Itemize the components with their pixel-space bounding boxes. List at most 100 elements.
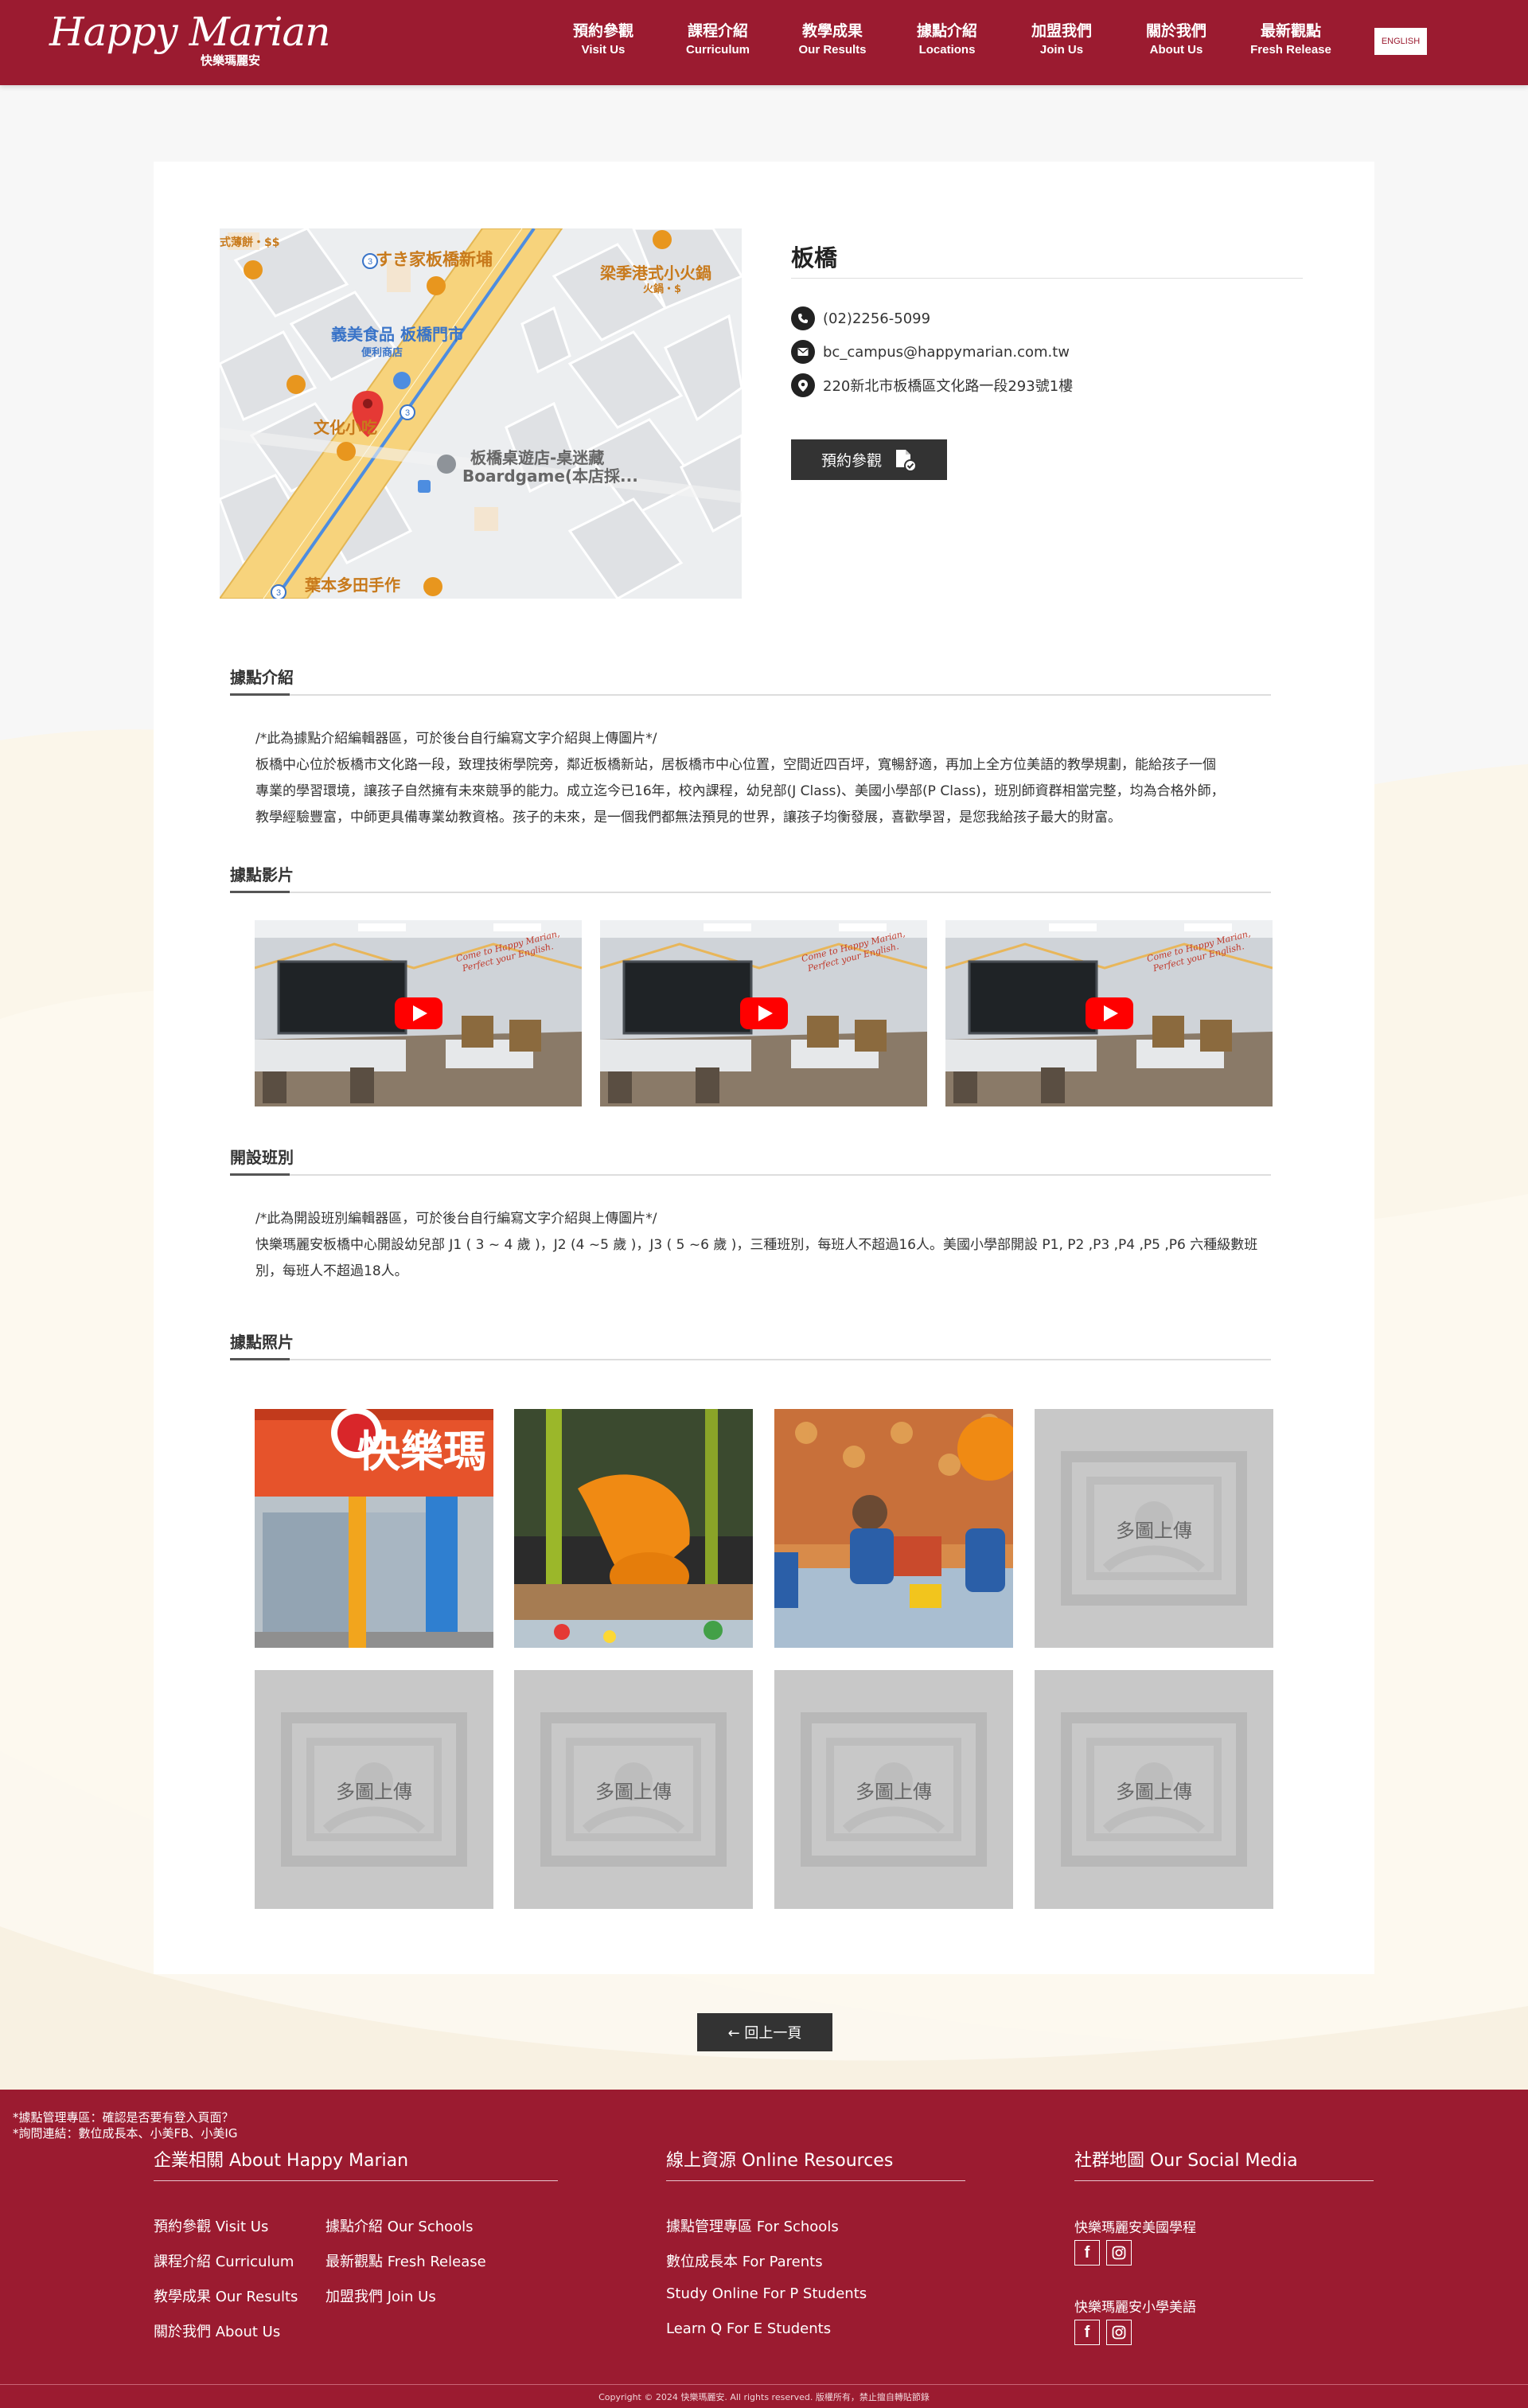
book-visit-label: 預約參觀 xyxy=(821,452,882,470)
upload-placeholder-label: 多圖上傳 xyxy=(1116,1519,1192,1542)
nav-label-zh: 最新觀點 xyxy=(1260,22,1321,40)
nav-item-visit-us[interactable]: 預約參觀 Visit Us xyxy=(546,21,661,59)
svg-text:式薄餅・$$: 式薄餅・$$ xyxy=(220,236,279,249)
footer-about-title: 企業相關 About Happy Marian xyxy=(154,2151,409,2171)
footer-link-learn-q[interactable]: Learn Q For E Students xyxy=(666,2320,831,2337)
instagram-icon[interactable] xyxy=(1106,2240,1132,2266)
footer-about-divider xyxy=(154,2180,558,2181)
upload-placeholder[interactable]: 多圖上傳 xyxy=(774,1670,1013,1909)
footer-social-divider xyxy=(1074,2180,1374,2181)
svg-text:3: 3 xyxy=(368,257,372,267)
site-header: Happy Marian 快樂瑪麗安 預約參觀 Visit Us 課程介紹 Curri… xyxy=(0,0,1528,85)
nav-item-join-us[interactable]: 加盟我們 Join Us xyxy=(1004,21,1119,59)
class-line: 別，每班人不超過18人。 xyxy=(255,1263,408,1279)
upload-placeholder-label: 多圖上傳 xyxy=(336,1780,412,1803)
map-pin-icon xyxy=(791,373,815,397)
video-section-divider xyxy=(230,891,1271,893)
svg-text:文化小吃: 文化小吃 xyxy=(314,418,377,437)
footer-link-about[interactable]: 關於我們 About Us xyxy=(154,2320,280,2341)
svg-text:3: 3 xyxy=(405,408,410,418)
intro-line: 教學經驗豐富，中師更具備專業幼教資格。孩子的未來，是一個我們都無法預見的世界，讓… xyxy=(255,810,1121,825)
campus-card: 3 3 3 式薄餅・$$ すき家板橋新埔 梁季港式小火鍋 火鍋・$ 義美食品 板… xyxy=(154,162,1374,1974)
copyright-text: Copyright © 2024 快樂瑪麗安. All rights reser… xyxy=(598,2392,930,2402)
video-section-title: 據點影片 xyxy=(230,865,294,884)
svg-text:便利商店: 便利商店 xyxy=(361,346,403,359)
upload-placeholder[interactable]: 多圖上傳 xyxy=(514,1670,753,1909)
address-row: 220新北市板橋區文化路一段293號1樓 xyxy=(791,373,1073,397)
footer-note: *詢問連結：數位成長本、小美FB、小美IG xyxy=(13,2126,238,2141)
nav-item-locations[interactable]: 據點介紹 Locations xyxy=(890,21,1004,59)
campus-video-1[interactable]: Come to Happy Marian, Perfect your Englis… xyxy=(255,920,582,1106)
instagram-icon[interactable] xyxy=(1106,2320,1132,2345)
map-graphic: 3 3 3 式薄餅・$$ すき家板橋新埔 梁季港式小火鍋 火鍋・$ 義美食品 板… xyxy=(220,228,742,599)
upload-placeholder[interactable]: 多圖上傳 xyxy=(255,1670,493,1909)
document-check-icon xyxy=(896,449,917,472)
footer-link-study-online[interactable]: Study Online For P Students xyxy=(666,2285,867,2302)
upload-placeholder-label: 多圖上傳 xyxy=(856,1780,932,1803)
campus-address: 220新北市板橋區文化路一段293號1樓 xyxy=(823,378,1074,395)
nav-label-zh: 關於我們 xyxy=(1145,22,1206,40)
footer-resources-divider xyxy=(666,2180,965,2181)
nav-label-zh: 預約參觀 xyxy=(572,22,633,40)
nav-item-about-us[interactable]: 關於我們 About Us xyxy=(1119,21,1234,59)
main-nav: 預約參觀 Visit Us 課程介紹 Curriculum 教學成果 Our Result… xyxy=(546,21,1348,59)
nav-label-zh: 課程介紹 xyxy=(687,22,748,40)
campus-photo-storefront[interactable]: 快樂瑪 xyxy=(255,1409,493,1648)
campus-video-3[interactable]: Come to Happy Marian, Perfect your Englis… xyxy=(945,920,1273,1106)
nav-label-en: Fresh Release xyxy=(1250,43,1331,57)
phone-icon xyxy=(791,306,815,330)
footer-link-schools[interactable]: 據點介紹 Our Schools xyxy=(325,2215,474,2236)
campus-photo-slide[interactable] xyxy=(514,1409,753,1648)
nav-item-fresh-release[interactable]: 最新觀點 Fresh Release xyxy=(1234,21,1348,59)
footer-link-join[interactable]: 加盟我們 Join Us xyxy=(325,2285,436,2306)
intro-line: 專業的學習環境，讓孩子自然擁有未來競爭的能力。成立迄今已16年，校內課程，幼兒部… xyxy=(255,783,1225,799)
footer-link-for-parents[interactable]: 數位成長本 For Parents xyxy=(666,2250,823,2271)
nav-label-en: About Us xyxy=(1149,43,1203,57)
footer-link-visit[interactable]: 預約參觀 Visit Us xyxy=(154,2215,268,2236)
nav-label-zh: 教學成果 xyxy=(801,22,863,40)
class-section-divider xyxy=(230,1173,1271,1176)
envelope-icon xyxy=(791,340,815,364)
nav-label-en: Our Results xyxy=(798,43,867,57)
photo-section-divider xyxy=(230,1358,1271,1360)
class-text: /*此為開設班別編輯器區，可於後台自行編寫文字介紹與上傳圖片*/ 快樂瑪麗安板橋… xyxy=(255,1206,1276,1285)
intro-section-divider xyxy=(230,693,1271,696)
facebook-icon[interactable]: f xyxy=(1074,2240,1100,2266)
nav-label-zh: 據點介紹 xyxy=(916,22,977,40)
svg-text:義美食品 板橋門市: 義美食品 板橋門市 xyxy=(331,325,464,344)
footer-link-curriculum[interactable]: 課程介紹 Curriculum xyxy=(154,2250,294,2271)
intro-line: 板橋中心位於板橋市文化路一段，致理技術學院旁，鄰近板橋新站，居板橋市中心位置，空… xyxy=(255,757,1216,773)
nav-item-our-results[interactable]: 教學成果 Our Results xyxy=(775,21,890,59)
svg-text:火鍋・$: 火鍋・$ xyxy=(643,283,681,295)
nav-label-en: Curriculum xyxy=(685,43,750,57)
footer-link-results[interactable]: 教學成果 Our Results xyxy=(154,2285,298,2306)
upload-placeholder[interactable]: 多圖上傳 xyxy=(1035,1670,1273,1909)
svg-text:Boardgame(本店採...: Boardgame(本店採... xyxy=(462,466,638,486)
svg-text:快樂瑪: 快樂瑪 xyxy=(357,1426,486,1477)
nav-item-curriculum[interactable]: 課程介紹 Curriculum xyxy=(661,21,775,59)
footer-link-fresh-release[interactable]: 最新觀點 Fresh Release xyxy=(325,2250,486,2271)
book-visit-button[interactable]: 預約參觀 xyxy=(791,439,947,480)
social-group-label: 快樂瑪麗安小學美語 xyxy=(1074,2300,1196,2316)
campus-photo-children[interactable] xyxy=(774,1409,1013,1648)
back-button[interactable]: ← 回上一頁 xyxy=(697,2013,832,2051)
facebook-icon[interactable]: f xyxy=(1074,2320,1100,2345)
site-logo[interactable]: Happy Marian 快樂瑪麗安 xyxy=(49,10,330,68)
footer-link-for-schools[interactable]: 據點管理專區 For Schools xyxy=(666,2215,839,2236)
copyright-divider xyxy=(0,2384,1528,2385)
english-button[interactable]: ENGLISH xyxy=(1374,28,1427,55)
nav-label-en: Locations xyxy=(918,43,976,57)
phone-number: (02)2256-5099 xyxy=(823,310,931,327)
social-group-label: 快樂瑪麗安美國學程 xyxy=(1074,2220,1196,2236)
upload-placeholder[interactable]: 多圖上傳 xyxy=(1035,1409,1273,1648)
nav-label-en: Visit Us xyxy=(581,43,626,57)
intro-text: /*此為據點介紹編輯器區，可於後台自行編寫文字介紹與上傳圖片*/ 板橋中心位於板… xyxy=(255,726,1276,831)
phone-row[interactable]: (02)2256-5099 xyxy=(791,306,930,330)
email-row[interactable]: bc_campus@happymarian.com.tw xyxy=(791,340,1070,364)
nav-label-zh: 加盟我們 xyxy=(1031,22,1092,40)
upload-placeholder-label: 多圖上傳 xyxy=(1116,1780,1192,1803)
footer-social-title: 社群地圖 Our Social Media xyxy=(1074,2151,1298,2171)
campus-video-2[interactable]: Come to Happy Marian, Perfect your Englis… xyxy=(600,920,927,1106)
class-line: 快樂瑪麗安板橋中心開設幼兒部 J1 ( 3 ~ 4 歲 )，J2 (4 ~5 歲… xyxy=(255,1237,1258,1253)
campus-map[interactable]: 3 3 3 式薄餅・$$ すき家板橋新埔 梁季港式小火鍋 火鍋・$ 義美食品 板… xyxy=(220,228,742,599)
